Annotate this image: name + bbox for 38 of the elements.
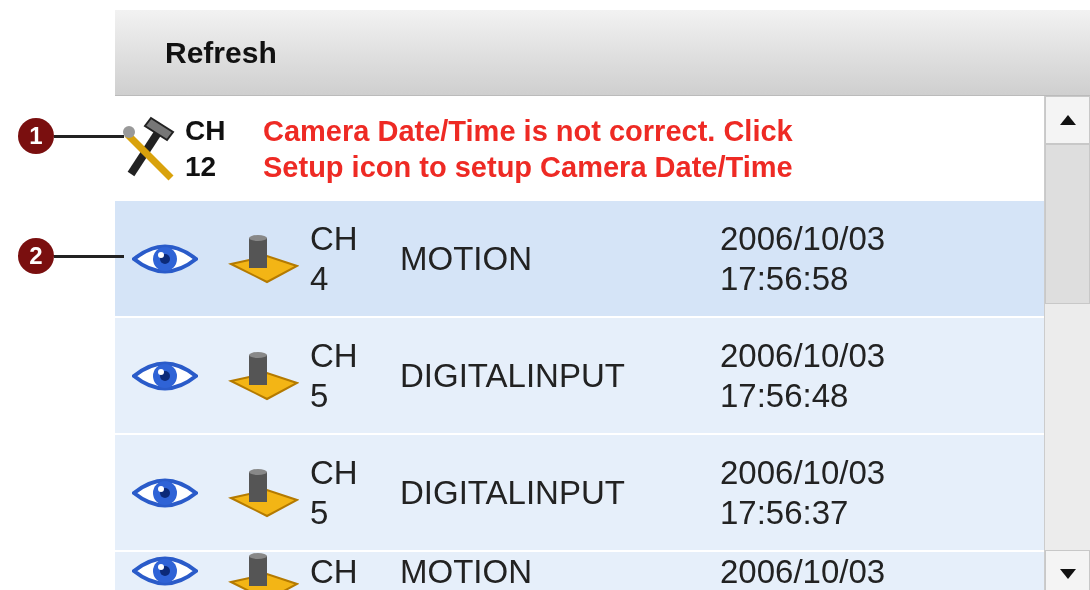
event-row[interactable]: CH 5 DIGITALINPUT 2006/10/03 17:56:48: [115, 318, 1044, 435]
event-time: 17:56:58: [720, 258, 850, 299]
channel-number: 5: [310, 492, 330, 533]
event-date: 2006/10/03: [720, 552, 887, 590]
database-folder-icon[interactable]: [226, 233, 299, 284]
channel-label: CH: [310, 335, 359, 376]
database-folder-icon[interactable]: [226, 552, 299, 590]
event-row[interactable]: CH 5 DIGITALINPUT 2006/10/03 17:56:37: [115, 435, 1044, 552]
scrollbar-thumb[interactable]: [1045, 144, 1090, 304]
channel-label: CH: [310, 218, 359, 259]
leader-line: [54, 134, 124, 138]
event-date: 2006/10/03: [720, 452, 887, 493]
scrollbar[interactable]: [1044, 96, 1090, 590]
callout-marker: 2: [18, 238, 54, 274]
event-time: 17:56:37: [720, 492, 850, 533]
channel-label: CH: [310, 452, 359, 493]
event-type: MOTION: [400, 238, 533, 279]
alert-message: Camera Date/Time is not correct. Click Setup icon to setup Camera Date/Time: [263, 113, 793, 185]
channel-number: 5: [310, 375, 330, 416]
channel-label: CH: [185, 113, 227, 148]
event-type: DIGITALINPUT: [400, 472, 626, 513]
event-type: MOTION: [400, 552, 533, 590]
event-time: 17:56:48: [720, 375, 850, 416]
channel-number: 4: [310, 258, 330, 299]
event-date: 2006/10/03: [720, 335, 887, 376]
scroll-up-arrow-icon[interactable]: [1059, 115, 1076, 125]
refresh-button[interactable]: Refresh: [165, 35, 277, 70]
scroll-down-arrow-icon[interactable]: [1059, 569, 1076, 579]
event-date: 2006/10/03: [720, 218, 887, 259]
callout-marker: 1: [18, 118, 54, 154]
event-row[interactable]: CH MOTION 2006/10/03: [115, 552, 1044, 590]
event-type: DIGITALINPUT: [400, 355, 626, 396]
database-folder-icon[interactable]: [226, 350, 299, 401]
leader-line: [54, 254, 124, 258]
channel-label: CH: [310, 552, 359, 590]
channel-number: 12: [185, 149, 218, 184]
event-row[interactable]: CH 4 MOTION 2006/10/03 17:56:58: [115, 201, 1044, 318]
database-folder-icon[interactable]: [226, 467, 299, 518]
